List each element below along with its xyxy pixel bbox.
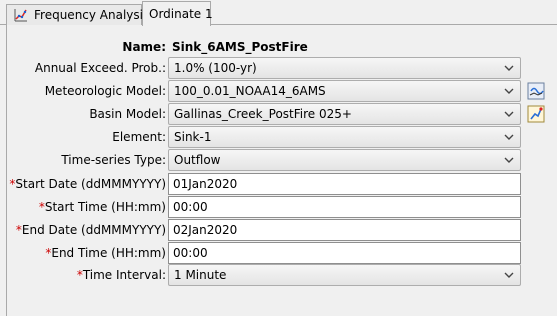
element-label: Element: (112, 130, 166, 144)
start-date-label-text: Start Date (ddMMMYYYY) (15, 177, 166, 191)
start-time-label-text: Start Time (HH:mm) (44, 200, 166, 214)
end-time-label: * End Time (HH:mm) (45, 242, 166, 264)
chevron-down-icon (504, 111, 514, 117)
start-time-label: * Start Time (HH:mm) (39, 196, 166, 218)
element-value: Sink-1 (174, 130, 212, 144)
tab-label: Frequency Analysis (34, 8, 150, 22)
basin-model-label: Basin Model: (89, 107, 166, 121)
time-interval-label-text: Time Interval: (82, 268, 166, 282)
tab-label: Ordinate 1 (149, 7, 213, 21)
tab-ordinate-1[interactable]: Ordinate 1 (142, 1, 213, 26)
element-select[interactable]: Sink-1 (168, 126, 521, 148)
end-date-label-text: End Date (ddMMMYYYY) (21, 223, 166, 237)
tab-bar: Frequency Analysis Ordinate 1 (0, 0, 557, 26)
time-interval-value: 1 Minute (174, 268, 227, 282)
name-value: Sink_6AMS_PostFire (172, 40, 308, 54)
end-date-label: * End Date (ddMMMYYYY) (16, 219, 166, 241)
basin-model-select[interactable]: Gallinas_Creek_PostFire 025+ (168, 103, 521, 125)
start-date-label: * Start Date (ddMMMYYYY) (9, 173, 166, 195)
met-model-icon[interactable] (526, 81, 546, 101)
end-time-label-text: End Time (HH:mm) (51, 246, 166, 260)
end-time-field[interactable]: 00:00 (168, 242, 521, 264)
met-model-value: 100_0.01_NOAA14_6AMS (174, 84, 326, 98)
frequency-analysis-icon (13, 7, 29, 23)
met-model-label: Meteorologic Model: (44, 84, 166, 98)
end-date-field[interactable]: 02Jan2020 (168, 219, 521, 241)
met-model-select[interactable]: 100_0.01_NOAA14_6AMS (168, 80, 521, 102)
timeseries-type-select[interactable]: Outflow (168, 149, 521, 171)
annual-exceed-label: Annual Exceed. Prob.: (34, 61, 166, 75)
timeseries-type-value: Outflow (174, 153, 221, 167)
start-date-field[interactable]: 01Jan2020 (168, 173, 521, 195)
chevron-down-icon (504, 157, 514, 163)
tab-frequency-analysis[interactable]: Frequency Analysis (6, 4, 149, 25)
chevron-down-icon (504, 65, 514, 71)
annual-exceed-select[interactable]: 1.0% (100-yr) (168, 57, 521, 79)
name-label: Name: (122, 40, 166, 54)
chevron-down-icon (504, 272, 514, 278)
time-interval-select[interactable]: 1 Minute (168, 264, 521, 286)
basin-model-icon[interactable] (526, 104, 546, 124)
timeseries-type-label: Time-series Type: (61, 153, 166, 167)
annual-exceed-value: 1.0% (100-yr) (174, 61, 257, 75)
time-interval-label: * Time Interval: (77, 264, 166, 286)
start-time-field[interactable]: 00:00 (168, 196, 521, 218)
chevron-down-icon (504, 134, 514, 140)
chevron-down-icon (504, 88, 514, 94)
basin-model-value: Gallinas_Creek_PostFire 025+ (174, 107, 352, 121)
